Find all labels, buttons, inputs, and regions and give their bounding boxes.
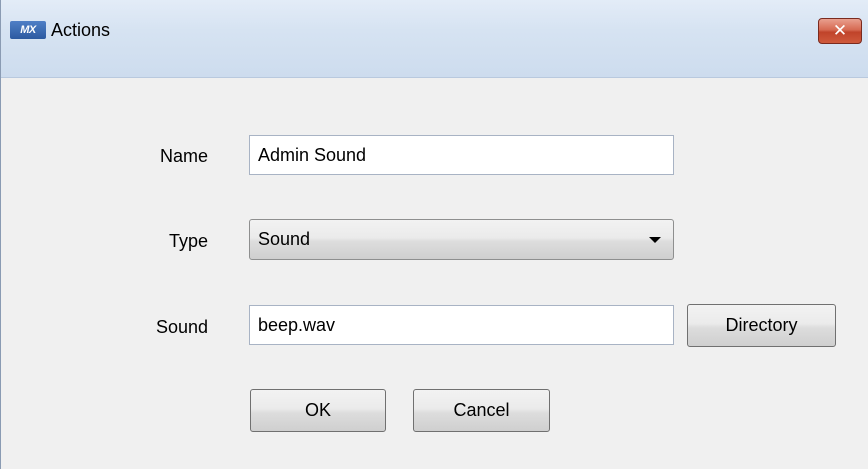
close-button[interactable]: ✕: [818, 18, 862, 44]
window-title: Actions: [51, 20, 111, 40]
name-label: Name: [159, 146, 208, 166]
dialog-content: Name Admin Sound Type Sound Sound beep.w…: [1, 78, 868, 469]
sound-field[interactable]: beep.wav: [249, 305, 674, 345]
type-select-value: Sound: [258, 229, 311, 249]
title-bar[interactable]: MX Actions ✕: [1, 0, 868, 78]
cancel-button[interactable]: Cancel: [413, 389, 550, 432]
type-select[interactable]: Sound: [249, 219, 674, 260]
ok-button[interactable]: OK: [250, 389, 386, 432]
dropdown-arrow-icon: [649, 237, 661, 243]
sound-label: Sound: [155, 317, 208, 337]
actions-dialog: MX Actions ✕ Name Admin Sound Type Sound…: [0, 0, 868, 469]
name-field[interactable]: Admin Sound: [249, 135, 674, 175]
app-icon: MX: [10, 21, 46, 39]
type-label: Type: [168, 231, 208, 251]
close-icon: ✕: [832, 21, 848, 40]
directory-button[interactable]: Directory: [687, 304, 836, 347]
